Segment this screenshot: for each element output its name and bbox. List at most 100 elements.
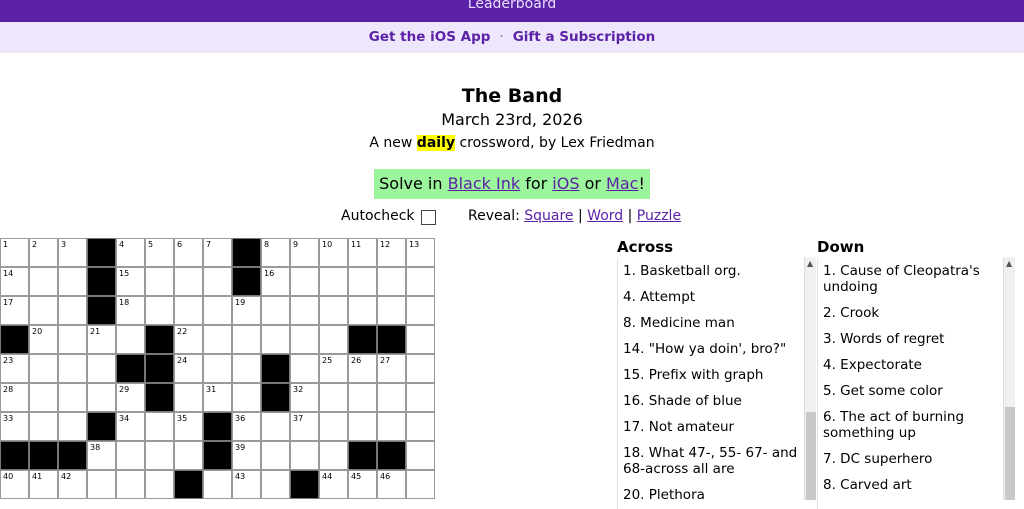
grid-cell[interactable]: 15: [116, 267, 145, 296]
leaderboard-link[interactable]: Leaderboard: [468, 0, 556, 12]
grid-cell[interactable]: 33: [0, 412, 29, 441]
grid-cell[interactable]: [261, 470, 290, 499]
ios-link[interactable]: iOS: [552, 174, 579, 193]
grid-cell[interactable]: 13: [406, 238, 435, 267]
grid-cell[interactable]: [203, 325, 232, 354]
grid-cell[interactable]: [261, 325, 290, 354]
grid-cell[interactable]: [58, 296, 87, 325]
grid-cell[interactable]: [145, 470, 174, 499]
grid-cell[interactable]: [406, 470, 435, 499]
grid-cell[interactable]: [377, 412, 406, 441]
grid-cell[interactable]: [232, 325, 261, 354]
grid-cell[interactable]: 31: [203, 383, 232, 412]
grid-cell[interactable]: 23: [0, 354, 29, 383]
reveal-puzzle-link[interactable]: Puzzle: [637, 208, 681, 224]
grid-cell[interactable]: [203, 354, 232, 383]
grid-cell[interactable]: [58, 325, 87, 354]
grid-cell[interactable]: 16: [261, 267, 290, 296]
grid-cell[interactable]: 6: [174, 238, 203, 267]
grid-cell[interactable]: [145, 296, 174, 325]
across-clue[interactable]: 8. Medicine man: [618, 311, 807, 337]
across-clue[interactable]: 20. Plethora: [618, 483, 807, 509]
grid-cell[interactable]: [406, 354, 435, 383]
grid-cell[interactable]: 42: [58, 470, 87, 499]
grid-cell[interactable]: 3: [58, 238, 87, 267]
grid-cell[interactable]: [87, 470, 116, 499]
grid-cell[interactable]: [145, 267, 174, 296]
down-clue[interactable]: 8. Carved art: [818, 473, 1007, 499]
grid-cell[interactable]: [58, 354, 87, 383]
grid-cell[interactable]: [87, 383, 116, 412]
mac-link[interactable]: Mac: [606, 174, 638, 193]
scroll-up-arrow-icon[interactable]: ▲: [1006, 259, 1012, 268]
grid-cell[interactable]: 36: [232, 412, 261, 441]
grid-cell[interactable]: 21: [87, 325, 116, 354]
grid-cell[interactable]: [87, 354, 116, 383]
grid-cell[interactable]: 41: [29, 470, 58, 499]
grid-cell[interactable]: 27: [377, 354, 406, 383]
grid-cell[interactable]: [290, 441, 319, 470]
grid-cell[interactable]: 32: [290, 383, 319, 412]
grid-cell[interactable]: 11: [348, 238, 377, 267]
grid-cell[interactable]: 19: [232, 296, 261, 325]
grid-cell[interactable]: [203, 470, 232, 499]
grid-cell[interactable]: 34: [116, 412, 145, 441]
grid-cell[interactable]: [145, 441, 174, 470]
grid-cell[interactable]: [406, 441, 435, 470]
grid-cell[interactable]: 43: [232, 470, 261, 499]
down-scrollbar[interactable]: ▲: [1003, 257, 1015, 500]
grid-cell[interactable]: [261, 412, 290, 441]
grid-cell[interactable]: 25: [319, 354, 348, 383]
across-clue[interactable]: 18. What 47-, 55- 67- and 68-across all …: [618, 441, 807, 483]
grid-cell[interactable]: 1: [0, 238, 29, 267]
grid-cell[interactable]: [348, 267, 377, 296]
grid-cell[interactable]: [29, 267, 58, 296]
grid-cell[interactable]: [203, 296, 232, 325]
grid-cell[interactable]: 14: [0, 267, 29, 296]
grid-cell[interactable]: 20: [29, 325, 58, 354]
grid-cell[interactable]: [377, 296, 406, 325]
grid-cell[interactable]: 18: [116, 296, 145, 325]
grid-cell[interactable]: 28: [0, 383, 29, 412]
grid-cell[interactable]: 39: [232, 441, 261, 470]
grid-cell[interactable]: 4: [116, 238, 145, 267]
grid-cell[interactable]: [348, 412, 377, 441]
grid-cell[interactable]: 9: [290, 238, 319, 267]
ios-app-link[interactable]: Get the iOS App: [369, 29, 491, 45]
grid-cell[interactable]: [29, 383, 58, 412]
grid-cell[interactable]: [203, 267, 232, 296]
grid-cell[interactable]: [319, 441, 348, 470]
grid-cell[interactable]: [116, 325, 145, 354]
grid-cell[interactable]: [319, 325, 348, 354]
grid-cell[interactable]: [290, 325, 319, 354]
down-clue[interactable]: 1. Cause of Cleopatra's undoing: [818, 259, 1007, 301]
grid-cell[interactable]: [261, 441, 290, 470]
grid-cell[interactable]: [290, 296, 319, 325]
grid-cell[interactable]: [232, 354, 261, 383]
grid-cell[interactable]: 10: [319, 238, 348, 267]
across-scroll-thumb[interactable]: [806, 412, 816, 500]
grid-cell[interactable]: 37: [290, 412, 319, 441]
grid-cell[interactable]: 44: [319, 470, 348, 499]
grid-cell[interactable]: [377, 267, 406, 296]
grid-cell[interactable]: 24: [174, 354, 203, 383]
across-clue[interactable]: 15. Prefix with graph: [618, 363, 807, 389]
grid-cell[interactable]: 35: [174, 412, 203, 441]
down-clue[interactable]: 3. Words of regret: [818, 327, 1007, 353]
grid-cell[interactable]: [145, 412, 174, 441]
grid-cell[interactable]: 7: [203, 238, 232, 267]
grid-cell[interactable]: [58, 412, 87, 441]
down-scroll-thumb[interactable]: [1005, 407, 1015, 500]
grid-cell[interactable]: 38: [87, 441, 116, 470]
grid-cell[interactable]: 8: [261, 238, 290, 267]
down-clue[interactable]: 5. Get some color: [818, 379, 1007, 405]
autocheck-checkbox[interactable]: [421, 210, 436, 225]
down-clue[interactable]: 6. The act of burning something up: [818, 405, 1007, 447]
grid-cell[interactable]: [261, 296, 290, 325]
grid-cell[interactable]: [116, 441, 145, 470]
grid-cell[interactable]: [319, 412, 348, 441]
across-clue[interactable]: 14. "How ya doin', bro?": [618, 337, 807, 363]
grid-cell[interactable]: [290, 267, 319, 296]
grid-cell[interactable]: [29, 412, 58, 441]
grid-cell[interactable]: 46: [377, 470, 406, 499]
